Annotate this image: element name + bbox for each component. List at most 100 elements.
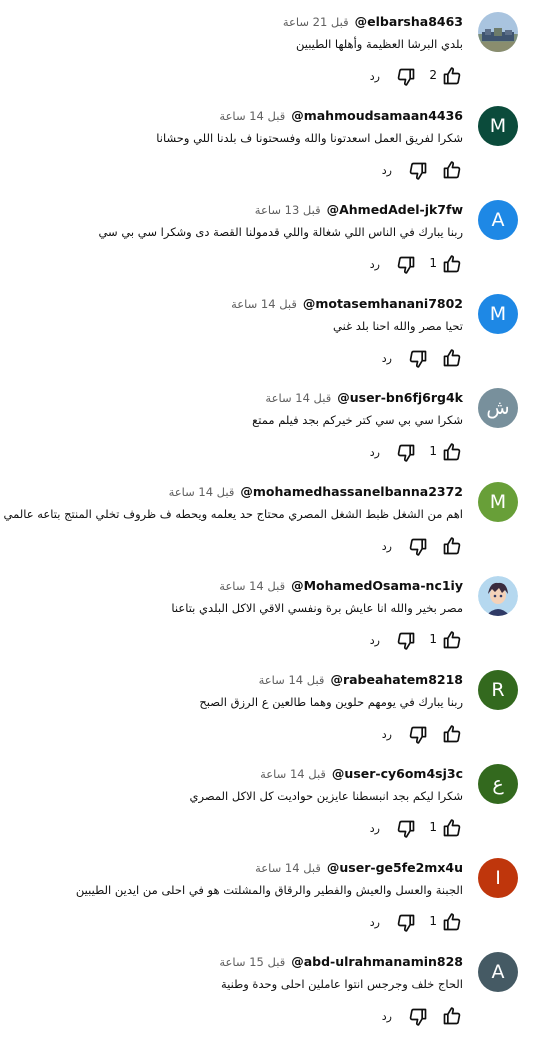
like-icon[interactable]: [441, 348, 463, 368]
comment-author[interactable]: @user-cy6om4sj3c: [332, 766, 463, 781]
avatar[interactable]: R: [478, 670, 518, 710]
comment-text: تحيا مصر والله احنا بلد غني: [333, 319, 463, 333]
reply-button[interactable]: رد: [370, 822, 380, 835]
like-count: 1: [429, 632, 437, 646]
comment-time[interactable]: قبل 14 ساعة: [255, 861, 321, 875]
reply-button[interactable]: رد: [370, 70, 380, 83]
reply-button[interactable]: رد: [382, 352, 392, 365]
dislike-icon[interactable]: [395, 255, 417, 275]
comment-actions: 1 رد: [343, 630, 463, 650]
dislike-icon[interactable]: [395, 631, 417, 651]
avatar[interactable]: M: [478, 106, 518, 146]
like-icon[interactable]: [441, 66, 463, 86]
dislike-icon[interactable]: [395, 443, 417, 463]
dislike-icon[interactable]: [407, 349, 429, 369]
comment-header: قبل 14 ساعة @user-cy6om4sj3c: [260, 766, 463, 782]
comment-author[interactable]: @rabeahatem8218: [330, 672, 463, 687]
comment-time[interactable]: قبل 13 ساعة: [255, 203, 321, 217]
avatar[interactable]: M: [478, 482, 518, 522]
avatar[interactable]: ع: [478, 764, 518, 804]
dislike-icon[interactable]: [395, 913, 417, 933]
comment-time[interactable]: قبل 14 ساعة: [169, 485, 235, 499]
dislike-icon[interactable]: [395, 819, 417, 839]
comment-actions: 1 رد: [343, 818, 463, 838]
comment: M قبل 14 ساعة @mohamedhassanelbanna2372 ا…: [0, 476, 553, 570]
comment-text: مصر بخير والله انا عايش برة ونفسي الاقي …: [171, 601, 463, 615]
comment-actions: 1 رد: [343, 254, 463, 274]
comment-actions: رد: [343, 348, 463, 368]
comment-time[interactable]: قبل 14 ساعة: [219, 579, 285, 593]
comment-author[interactable]: @AhmedAdel-jk7fw: [327, 202, 463, 217]
comment: R قبل 14 ساعة @rabeahatem8218 ربنا يبارك …: [0, 664, 553, 758]
comment-header: قبل 14 ساعة @mahmoudsamaan4436: [219, 108, 463, 124]
avatar-anime[interactable]: [478, 576, 518, 616]
reply-button[interactable]: رد: [370, 634, 380, 647]
like-icon[interactable]: [441, 912, 463, 932]
comment-header: قبل 14 ساعة @MohamedOsama-nc1iy: [219, 578, 463, 594]
comment-header: قبل 13 ساعة @AhmedAdel-jk7fw: [255, 202, 463, 218]
like-count: 1: [429, 256, 437, 270]
comment: ع قبل 14 ساعة @user-cy6om4sj3c شكرا ليكم …: [0, 758, 553, 852]
like-icon[interactable]: [441, 724, 463, 744]
avatar-photo[interactable]: [478, 12, 518, 52]
comment-header: قبل 14 ساعة @motasemhanani7802: [231, 296, 463, 312]
comment-author[interactable]: @user-bn6fj6rg4k: [337, 390, 463, 405]
like-icon[interactable]: [441, 818, 463, 838]
dislike-icon[interactable]: [407, 537, 429, 557]
reply-button[interactable]: رد: [382, 164, 392, 177]
comment-header: قبل 15 ساعة @abd-ulrahmanamin828: [219, 954, 463, 970]
like-icon[interactable]: [441, 536, 463, 556]
comment-text: بلدي البرشا العظيمة وأهلها الطيبين: [295, 37, 463, 51]
comment-time[interactable]: قبل 14 ساعة: [259, 673, 325, 687]
avatar[interactable]: A: [478, 952, 518, 992]
like-icon[interactable]: [441, 630, 463, 650]
comment-author[interactable]: @user-ge5fe2mx4u: [327, 860, 463, 875]
dislike-icon[interactable]: [407, 161, 429, 181]
reply-button[interactable]: رد: [382, 728, 392, 741]
comment-actions: رد: [343, 160, 463, 180]
avatar[interactable]: I: [478, 858, 518, 898]
comment-actions: رد: [343, 1006, 463, 1026]
dislike-icon[interactable]: [395, 67, 417, 87]
like-icon[interactable]: [441, 160, 463, 180]
comment-actions: رد: [343, 536, 463, 556]
avatar[interactable]: M: [478, 294, 518, 334]
comment-text: ربنا يبارك في يومهم حلوين وهما طالعين ع …: [199, 695, 463, 709]
comment-time[interactable]: قبل 14 ساعة: [265, 391, 331, 405]
comment-text: شكرا سي بي سي كتر خيركم بجد فيلم ممتع: [252, 413, 463, 427]
comment-actions: 1 رد: [343, 442, 463, 462]
comment-text: الحاج خلف وجرجس انتوا عاملين احلى وحدة و…: [220, 977, 463, 991]
comment: قبل 21 ساعة @elbarsha8463 بلدي البرشا الع…: [0, 6, 553, 100]
comment-text: شكرا ليكم بجد انبسطنا عايزين حواديت كل ا…: [189, 789, 463, 803]
comment-text: شكرا لفريق العمل اسعدتونا والله وفسحتونا…: [156, 131, 463, 145]
comment-author[interactable]: @motasemhanani7802: [303, 296, 463, 311]
comment-time[interactable]: قبل 21 ساعة: [283, 15, 349, 29]
dislike-icon[interactable]: [407, 725, 429, 745]
comment-header: قبل 14 ساعة @user-ge5fe2mx4u: [255, 860, 463, 876]
like-icon[interactable]: [441, 254, 463, 274]
like-icon[interactable]: [441, 442, 463, 462]
comment-text: ربنا يبارك في الناس اللي شغالة واللي قدم…: [98, 225, 463, 239]
comment-author[interactable]: @abd-ulrahmanamin828: [291, 954, 463, 969]
reply-button[interactable]: رد: [382, 540, 392, 553]
comment-author[interactable]: @elbarsha8463: [355, 14, 463, 29]
comment-author[interactable]: @mohamedhassanelbanna2372: [240, 484, 463, 499]
comment-time[interactable]: قبل 14 ساعة: [219, 109, 285, 123]
comment-actions: رد: [343, 724, 463, 744]
like-icon[interactable]: [441, 1006, 463, 1026]
avatar[interactable]: ش: [478, 388, 518, 428]
comment: A قبل 15 ساعة @abd-ulrahmanamin828 الحاج …: [0, 946, 553, 1040]
comment-time[interactable]: قبل 14 ساعة: [231, 297, 297, 311]
comment: I قبل 14 ساعة @user-ge5fe2mx4u الجبنة وال…: [0, 852, 553, 946]
reply-button[interactable]: رد: [370, 258, 380, 271]
comment-time[interactable]: قبل 15 ساعة: [219, 955, 285, 969]
like-count: 1: [429, 820, 437, 834]
avatar[interactable]: A: [478, 200, 518, 240]
dislike-icon[interactable]: [407, 1007, 429, 1027]
like-count: 1: [429, 914, 437, 928]
comment-author[interactable]: @MohamedOsama-nc1iy: [291, 578, 463, 593]
reply-button[interactable]: رد: [370, 446, 380, 459]
comment-author[interactable]: @mahmoudsamaan4436: [291, 108, 463, 123]
comment-time[interactable]: قبل 14 ساعة: [260, 767, 326, 781]
reply-button[interactable]: رد: [370, 916, 380, 929]
